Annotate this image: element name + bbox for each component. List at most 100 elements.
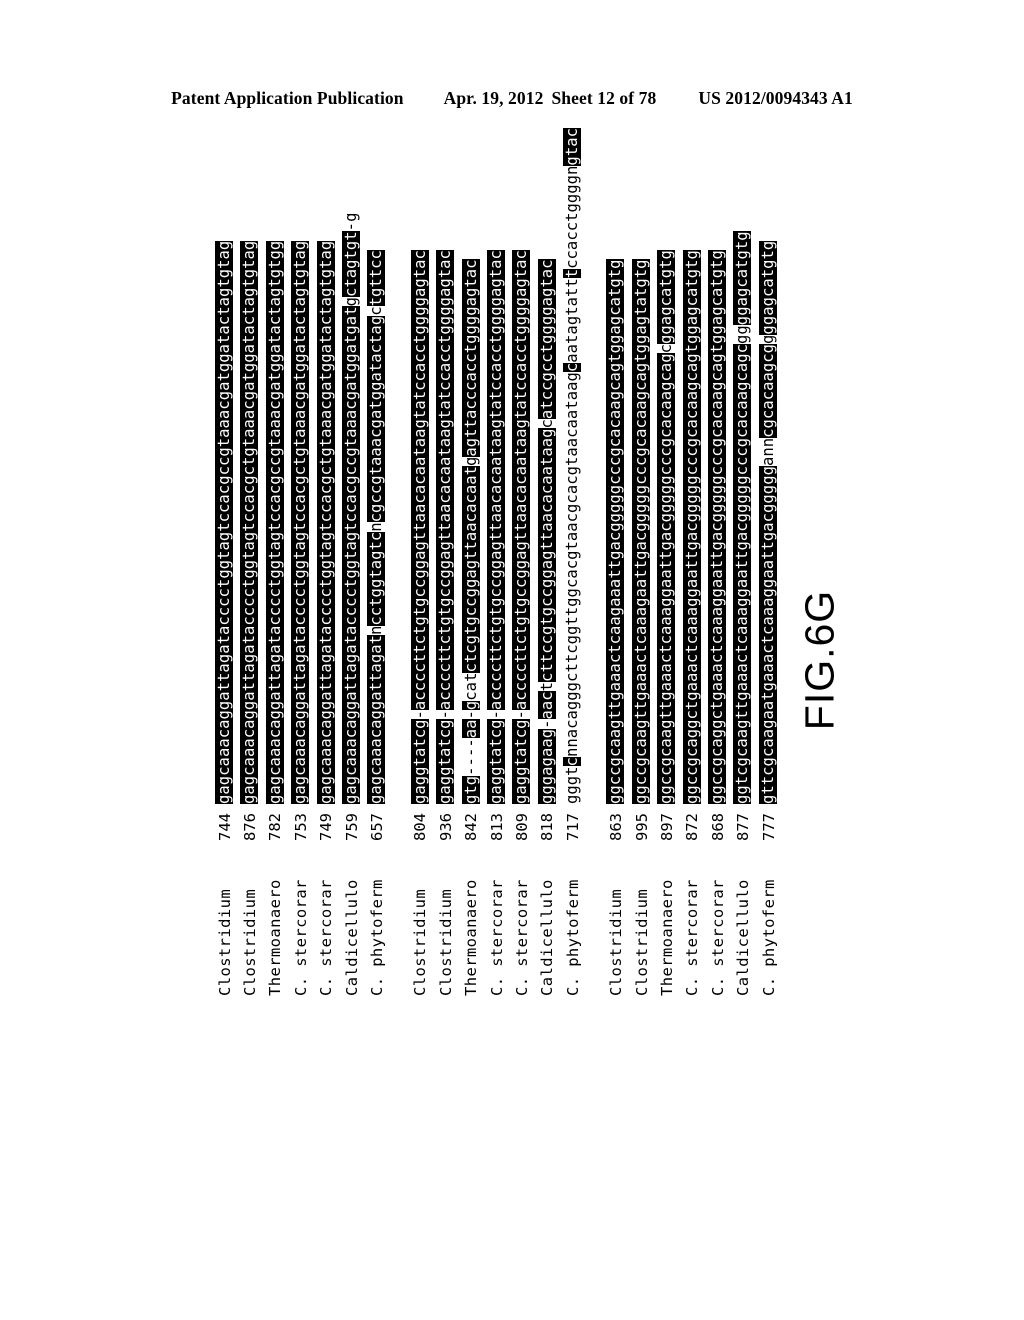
- taxon-label: Caldicellulo: [342, 879, 361, 996]
- taxon-label: C. stercorar: [291, 879, 310, 996]
- sequence-position: 753: [291, 813, 310, 841]
- conserved-segment: t: [563, 268, 582, 279]
- variant-segment: g: [461, 456, 480, 466]
- conserved-segment: ggccgcaagttgaaactcaagaaattgacgggggcccgca…: [606, 259, 625, 804]
- sequence-text: gggtcnnacagggcttcggttggcacgtaacgcacgtaac…: [560, 128, 585, 804]
- taxon-label: C. stercorar: [708, 879, 727, 996]
- table-row: Caldicellulo 877 ggtcgcaagttgaaactcaaaggaa…: [730, 231, 755, 996]
- sequence-text: ggccgcaggctgaaactcaaaggaattgacgggggcccgc…: [680, 250, 705, 804]
- sequence-text: ggccgcaagttgaaactcaaagaattgacgggggcccgca…: [629, 259, 654, 804]
- sequence-position: 777: [759, 813, 778, 841]
- conserved-segment: accccttctgtgccggagttaacacaataagtatccacct…: [486, 250, 505, 711]
- variant-segment: ----: [461, 738, 480, 776]
- taxon-label: Clostridium: [632, 888, 651, 996]
- variant-segment: nnacagggcttcggttggcacgtaacgcacgtaacaataa…: [563, 372, 582, 758]
- sequence-position: 813: [487, 813, 506, 841]
- table-row: Thermoanaero 782 gagcaaacaggattagatacccctg…: [263, 240, 288, 996]
- variant-segment: c: [367, 306, 386, 316]
- conserved-segment: ggtcgcaagttgaaactcaaaggaattgacgggggcccgc…: [733, 343, 752, 804]
- taxon-label: C. stercorar: [683, 879, 702, 996]
- sequence-text: gagcaaacaggattagatncctggtagtcncgccgtaaac…: [364, 250, 389, 804]
- variant-segment: c: [537, 419, 556, 429]
- conserved-segment: ggccgcaagttgaaactcaaaggaattgacgggggcccgc…: [657, 353, 676, 804]
- taxon-label: Caldicellulo: [734, 879, 753, 996]
- sequence-text: gagcaaacaggattagatacccctggtagtccacgctgta…: [314, 240, 339, 804]
- variant-segment: gg: [733, 325, 752, 344]
- conserved-segment: gggagaag: [537, 728, 556, 804]
- table-row: C. stercorar 813 gaggtatcg-accccttctgtgccg…: [484, 250, 509, 996]
- sequence-text: gttcgcaagaatgaaactcaaaggaattgacgggggannc…: [756, 240, 781, 804]
- sequence-position: 868: [708, 813, 727, 841]
- taxon-label: Clostridium: [215, 888, 234, 996]
- conserved-segment: gagcaaacaggattagatacccctggtagtccacgccgta…: [265, 240, 284, 804]
- sequence-position: 877: [734, 813, 753, 841]
- taxon-label: C. phytoferm: [368, 879, 387, 996]
- alignment-block: Clostridium 804 gaggtatcg-accccttctgtgccgg…: [408, 128, 586, 996]
- variant-segment: gggt: [563, 766, 582, 804]
- table-row: C. stercorar 749 gagcaaacaggattagatacccctg…: [314, 240, 339, 996]
- conserved-segment: atccgcctggggagtac: [537, 259, 556, 420]
- variant-segment: n: [367, 522, 386, 532]
- conserved-segment: aa: [461, 719, 480, 739]
- taxon-label: Thermoanaero: [462, 879, 481, 996]
- alignment-block: Clostridium 744 gagcaaacaggattagatacccctgg…: [212, 212, 390, 996]
- sequence-position: 863: [607, 813, 626, 841]
- variant-segment: t: [537, 681, 556, 692]
- conserved-segment: gaggtatcg: [486, 719, 505, 804]
- variant-segment: c: [657, 343, 676, 354]
- variant-segment: n: [367, 625, 386, 635]
- table-row: C. phytoferm 717 gggtcnnacagggcttcggttggca…: [560, 128, 585, 996]
- conserved-segment: cctggtagtc: [367, 531, 386, 626]
- sequence-position: 818: [538, 813, 557, 841]
- conserved-segment: accccttctgtgccggagttaacacaataagtatccacct…: [512, 250, 531, 711]
- figure-stage: Clostridium 744 gagcaaacaggattagatacccctgg…: [0, 0, 1024, 1320]
- conserved-segment: ctcgtgccggagttaacacaat: [461, 465, 480, 673]
- conserved-segment: aac: [537, 691, 556, 720]
- conserved-segment: ggccgcaggctgaaactcaaaggaattgacgggggcccgc…: [708, 250, 727, 804]
- sequence-text: gaggtatcg-accccttctgtgccggagttaacacaataa…: [484, 250, 509, 804]
- table-row: Clostridium 863 ggccgcaagttgaaactcaagaaatt…: [603, 259, 628, 996]
- sequence-text: gaggtatcg-accccttctgtgccggagttaacacaataa…: [408, 250, 433, 804]
- variant-segment: -: [436, 710, 455, 720]
- conserved-segment: accccttctgtgccggagttaacacaataagtatccacct…: [436, 250, 455, 711]
- sequence-text: ggccgcaggctgaaactcaaaggaattgacgggggcccgc…: [705, 250, 730, 804]
- variant-segment: -: [537, 719, 556, 729]
- sequence-position: 995: [632, 813, 651, 841]
- taxon-label: Thermoanaero: [657, 879, 676, 996]
- taxon-label: C. stercorar: [487, 879, 506, 996]
- sequence-position: 759: [342, 813, 361, 841]
- table-row: Clostridium 936 gaggtatcg-accccttctgtgccgg…: [433, 250, 458, 996]
- taxon-label: C. stercorar: [317, 879, 336, 996]
- sequence-position: 657: [368, 813, 387, 841]
- sequence-position: 842: [462, 813, 481, 841]
- sequence-text: ggtcgcaagttgaaactcaaaggaattgacgggggcccgc…: [730, 231, 755, 804]
- sequence-position: 744: [215, 813, 234, 841]
- sequence-position: 809: [512, 813, 531, 841]
- taxon-label: Clostridium: [241, 888, 260, 996]
- conserved-segment: gtg: [461, 775, 480, 804]
- taxon-label: Caldicellulo: [538, 879, 557, 996]
- conserved-segment: gttcgcaagaatgaaactcaaaggaattgacggggg: [758, 466, 777, 804]
- variant-segment: ccacctggggn: [563, 165, 582, 269]
- table-row: Clostridium 804 gaggtatcg-accccttctgtgccgg…: [408, 250, 433, 996]
- table-row: Thermoanaero 842 gtg----aa-gcatctcgtgccgga…: [459, 259, 484, 996]
- sequence-position: 804: [411, 813, 430, 841]
- sequence-position: 749: [317, 813, 336, 841]
- table-row: Clostridium 995 ggccgcaagttgaaactcaaagaatt…: [629, 259, 654, 996]
- conserved-segment: gagcaaacaggattagatacccctggtagtccacgccgta…: [215, 240, 233, 804]
- table-row: C. stercorar 809 gaggtatcg-accccttctgtgccg…: [509, 250, 534, 996]
- conserved-segment: c: [563, 362, 582, 373]
- sequence-alignment-figure: Clostridium 744 gagcaaacaggattagatacccctgg…: [212, 128, 812, 996]
- conserved-segment: gaggtatcg: [410, 719, 429, 804]
- conserved-segment: gagcaaacaggattagatacccctggtagtccacgctgta…: [316, 240, 335, 804]
- variant-segment: cat: [461, 672, 480, 701]
- table-row: Thermoanaero 897 ggccgcaagttgaaactcaaaggaa…: [654, 250, 679, 996]
- sequence-position: 876: [241, 813, 260, 841]
- sequence-text: ggccgcaagttgaaactcaaaggaattgacgggggcccgc…: [654, 250, 679, 804]
- sequence-text: ggccgcaagttgaaactcaagaaattgacgggggcccgca…: [603, 259, 628, 804]
- sequence-position: 717: [563, 813, 582, 841]
- conserved-segment: ggagcatgtg: [657, 250, 676, 344]
- conserved-segment: c: [563, 757, 582, 767]
- conserved-segment: accccttctgtgccggagttaacacaataagtatccacct…: [410, 250, 429, 711]
- conserved-segment: gagcaaacaggattagatacccctggtagtccacgctgta…: [291, 240, 310, 804]
